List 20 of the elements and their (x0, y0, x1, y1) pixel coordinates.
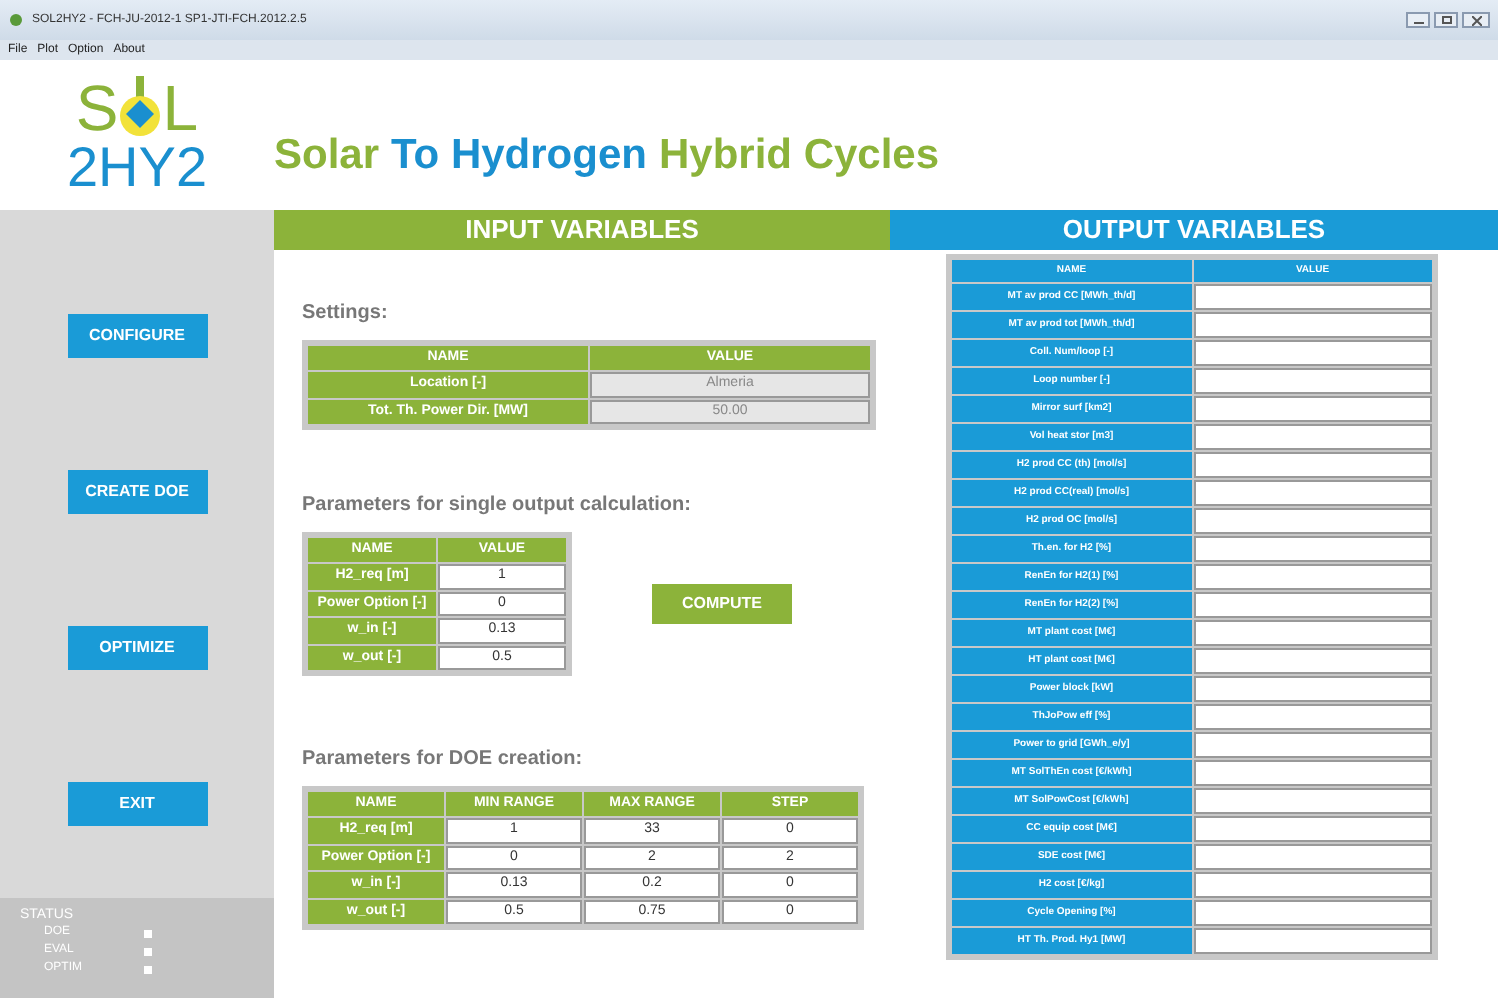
section-header: OUTPUT VARIABLES (890, 210, 1498, 250)
app-title: To Hydrogen (391, 129, 647, 182)
minimize-button[interactable] (1406, 12, 1430, 28)
status-indicator (144, 947, 152, 955)
section-title: Parameters for single output calculation: (302, 492, 693, 520)
section-title: Parameters for DOE creation: (302, 746, 585, 774)
close-icon (1471, 15, 1481, 25)
close-button[interactable] (1462, 12, 1490, 28)
app-icon (8, 12, 24, 28)
logo-text: 2HY2 (66, 139, 208, 195)
section-header: INPUT VARIABLES (274, 210, 890, 250)
logo-icon (118, 75, 163, 139)
app-title: Solar (274, 129, 380, 182)
logo-letter: S (75, 75, 119, 139)
section-title: Settings: (302, 300, 390, 328)
status-indicator (144, 929, 152, 937)
maximize-button[interactable] (1434, 12, 1458, 28)
app-title: Hybrid Cycles (658, 129, 940, 182)
status-indicator (144, 965, 152, 973)
logo-letter: L (162, 75, 199, 139)
